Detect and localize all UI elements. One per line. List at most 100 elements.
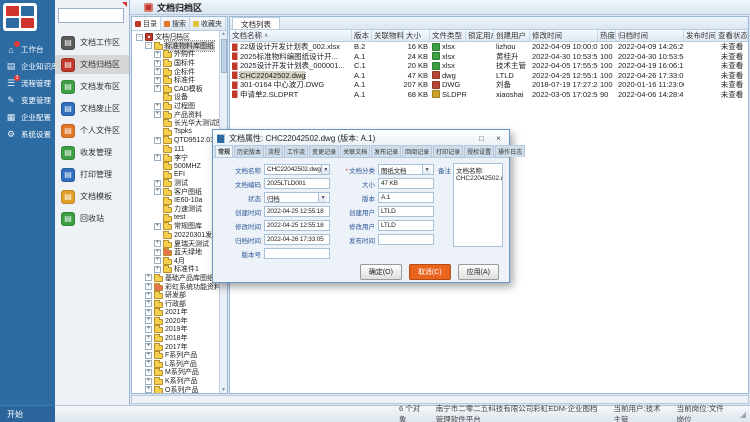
dialog-tab[interactable]: 回阅记录 [402, 145, 432, 157]
expand-toggle-icon[interactable]: + [145, 343, 152, 350]
expand-toggle-icon[interactable]: + [154, 60, 161, 67]
module-item[interactable]: 文档工作区 [55, 33, 129, 52]
expand-toggle-icon[interactable]: + [154, 240, 161, 247]
expand-toggle-icon[interactable] [154, 120, 161, 127]
module-item[interactable]: 个人文件区 [55, 121, 129, 140]
expand-toggle-icon[interactable]: + [154, 85, 161, 92]
module-item[interactable]: 收发管理 [55, 143, 129, 162]
expand-toggle-icon[interactable]: + [154, 223, 161, 230]
expand-toggle-icon[interactable] [154, 231, 161, 238]
expand-toggle-icon[interactable] [154, 146, 161, 153]
apply-button[interactable]: 应用(A) [458, 264, 499, 280]
tree-node[interactable]: + O系列产品 [134, 385, 227, 393]
expand-toggle-icon[interactable]: + [145, 352, 152, 359]
resize-grip[interactable]: ◢ [740, 410, 746, 419]
dialog-tab[interactable]: 常规 [215, 145, 233, 157]
nav-item[interactable]: ▦ 企业配置 [0, 109, 55, 126]
expand-toggle-icon[interactable]: + [154, 51, 161, 58]
file-name-cell[interactable]: 申请单2.SLDPRT [230, 89, 352, 100]
column-header[interactable]: 版本 [352, 30, 372, 41]
column-header[interactable]: 创建用户 [494, 30, 530, 41]
module-item[interactable]: 打印管理 [55, 165, 129, 184]
nav-item[interactable]: ⚙ 系统设置 [0, 126, 55, 143]
file-name-cell[interactable]: 2025设计开发计划表_000001... [230, 60, 352, 71]
expand-toggle-icon[interactable]: + [154, 111, 161, 118]
scroll-thumb[interactable] [221, 39, 227, 73]
expand-toggle-icon[interactable] [154, 197, 161, 204]
expand-toggle-icon[interactable]: + [145, 283, 152, 290]
expand-toggle-icon[interactable]: + [145, 292, 152, 299]
expand-toggle-icon[interactable]: + [145, 386, 152, 393]
expand-toggle-icon[interactable] [154, 163, 161, 170]
module-search-input[interactable] [58, 8, 124, 23]
doc-name-combo[interactable]: CHC22042502.dwg▼ [264, 164, 330, 175]
nav-item[interactable]: ⌂ 工作台 [0, 41, 55, 58]
scroll-up-icon[interactable]: ▲ [221, 31, 226, 37]
expand-toggle-icon[interactable]: + [145, 274, 152, 281]
expand-toggle-icon[interactable] [154, 206, 161, 213]
expand-toggle-icon[interactable]: + [154, 266, 161, 273]
chevron-down-icon[interactable]: ▼ [422, 165, 431, 174]
note-field[interactable]: 文档名称: CHC22042502.dwg [453, 163, 503, 247]
category-combo[interactable]: 图纸文档▼ [378, 164, 434, 175]
column-header[interactable]: 关联物料 [372, 30, 404, 41]
expand-toggle-icon[interactable]: + [154, 154, 161, 161]
dialog-tab[interactable]: 发布记录 [371, 145, 401, 157]
chevron-down-icon[interactable]: ▼ [318, 193, 327, 202]
version-no-field[interactable] [264, 248, 330, 259]
expand-toggle-icon[interactable]: + [145, 378, 152, 385]
cancel-button[interactable]: 取消(C) [409, 264, 451, 280]
nav-item[interactable]: ☰ 3 流程管理 [0, 75, 55, 92]
column-header[interactable]: 大小 [404, 30, 430, 41]
dialog-tab[interactable]: 打印记录 [433, 145, 463, 157]
dialog-tab[interactable]: 授权设置 [464, 145, 494, 157]
expand-toggle-icon[interactable]: - [136, 34, 143, 41]
expand-toggle-icon[interactable] [154, 128, 161, 135]
module-item[interactable]: 回收站 [55, 209, 129, 228]
column-header[interactable]: 查看状态 [716, 30, 748, 41]
expand-toggle-icon[interactable]: + [154, 68, 161, 75]
expand-toggle-icon[interactable]: + [154, 249, 161, 256]
table-row[interactable]: 申请单2.SLDPRT A.1 68 KB SLDPRT [230, 90, 748, 100]
column-header[interactable]: 文档名称 ∧ [230, 30, 352, 41]
expand-toggle-icon[interactable]: + [145, 300, 152, 307]
tree-node[interactable]: 长光华大测试图纸 [134, 119, 227, 128]
expand-toggle-icon[interactable]: + [145, 369, 152, 376]
module-item[interactable]: 文档归档区 [55, 55, 129, 74]
module-item[interactable]: 文档发布区 [55, 77, 129, 96]
nav-item[interactable]: ✎ 变更管理 [0, 92, 55, 109]
dialog-tab[interactable]: 流程 [265, 145, 283, 157]
maximize-button[interactable]: □ [475, 134, 488, 143]
expand-toggle-icon[interactable] [154, 171, 161, 178]
module-item[interactable]: 文档废止区 [55, 99, 129, 118]
tree-tab[interactable]: 收藏夹 [190, 17, 226, 30]
tree-tab[interactable]: 目录 [132, 17, 161, 30]
dialog-tab[interactable]: 工作流 [284, 145, 308, 157]
dialog-tab[interactable]: 操作日志 [495, 145, 525, 157]
column-header[interactable]: 修改时间 [530, 30, 598, 41]
start-button[interactable]: 开始 [0, 405, 55, 422]
expand-toggle-icon[interactable]: + [154, 77, 161, 84]
expand-toggle-icon[interactable]: + [145, 326, 152, 333]
expand-toggle-icon[interactable]: - [145, 42, 152, 49]
dialog-tab[interactable]: 历史版本 [234, 145, 264, 157]
expand-toggle-icon[interactable]: + [145, 309, 152, 316]
status-combo[interactable]: 归档▼ [264, 192, 330, 203]
close-button[interactable]: × [492, 134, 505, 143]
expand-toggle-icon[interactable]: + [145, 335, 152, 342]
expand-toggle-icon[interactable] [154, 214, 161, 221]
expand-toggle-icon[interactable]: + [154, 103, 161, 110]
ok-button[interactable]: 确定(O) [360, 264, 402, 280]
column-header[interactable]: 归档时间 [616, 30, 684, 41]
scroll-down-icon[interactable]: ▼ [221, 387, 226, 393]
expand-toggle-icon[interactable]: + [154, 188, 161, 195]
table-row[interactable]: 2025设计开发计划表_000001... C.1 20 KB xlsx [230, 61, 748, 71]
expand-toggle-icon[interactable] [154, 94, 161, 101]
expand-toggle-icon[interactable]: + [154, 180, 161, 187]
expand-toggle-icon[interactable]: + [145, 317, 152, 324]
dialog-tab[interactable]: 变更记录 [309, 145, 339, 157]
tab-document-list[interactable]: 文档列表 [232, 17, 280, 29]
expand-toggle-icon[interactable]: + [154, 137, 161, 144]
tree-tab[interactable]: 搜索 [161, 17, 190, 30]
chevron-down-icon[interactable]: ▼ [321, 165, 330, 174]
